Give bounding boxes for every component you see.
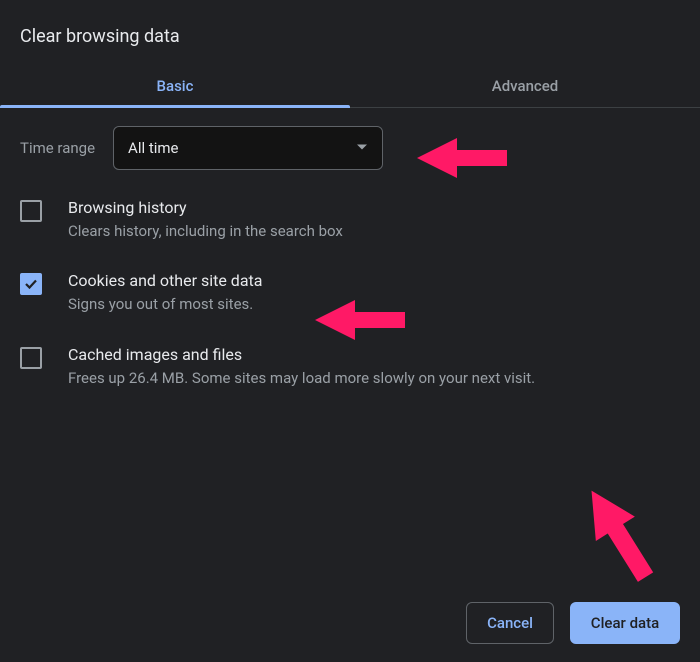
option-title: Cookies and other site data [68, 271, 262, 290]
tab-basic[interactable]: Basic [0, 67, 350, 107]
tab-label: Basic [157, 77, 194, 95]
checkbox-cached[interactable] [20, 347, 42, 369]
option-cached: Cached images and files Frees up 26.4 MB… [20, 345, 680, 388]
button-label: Cancel [487, 614, 533, 632]
button-label: Clear data [591, 614, 659, 632]
dialog-footer: Cancel Clear data [466, 602, 680, 644]
tab-bar: Basic Advanced [0, 67, 700, 108]
option-title: Cached images and files [68, 345, 535, 364]
active-tab-underline [0, 105, 350, 108]
annotation-arrow-icon [558, 468, 678, 598]
option-text: Browsing history Clears history, includi… [68, 198, 343, 241]
cancel-button[interactable]: Cancel [466, 602, 554, 644]
option-text: Cookies and other site data Signs you ou… [68, 271, 262, 314]
option-description: Signs you out of most sites. [68, 294, 262, 314]
tab-advanced[interactable]: Advanced [350, 67, 700, 107]
dialog-title: Clear browsing data [0, 0, 700, 67]
option-cookies: Cookies and other site data Signs you ou… [20, 271, 680, 314]
dialog-body: Time range All time Browsing history Cle… [0, 108, 700, 388]
time-range-select[interactable]: All time [113, 126, 383, 170]
option-title: Browsing history [68, 198, 343, 217]
chevron-down-icon [356, 139, 368, 157]
option-text: Cached images and files Frees up 26.4 MB… [68, 345, 535, 388]
checkbox-cookies[interactable] [20, 273, 42, 295]
option-browsing-history: Browsing history Clears history, includi… [20, 198, 680, 241]
tab-label: Advanced [492, 77, 558, 95]
option-description: Clears history, including in the search … [68, 221, 343, 241]
time-range-row: Time range All time [20, 126, 680, 170]
clear-data-button[interactable]: Clear data [570, 602, 680, 644]
time-range-label: Time range [20, 139, 95, 157]
option-description: Frees up 26.4 MB. Some sites may load mo… [68, 368, 535, 388]
time-range-value: All time [128, 139, 178, 157]
clear-browsing-data-dialog: Clear browsing data Basic Advanced Time … [0, 0, 700, 662]
checkbox-browsing-history[interactable] [20, 200, 42, 222]
